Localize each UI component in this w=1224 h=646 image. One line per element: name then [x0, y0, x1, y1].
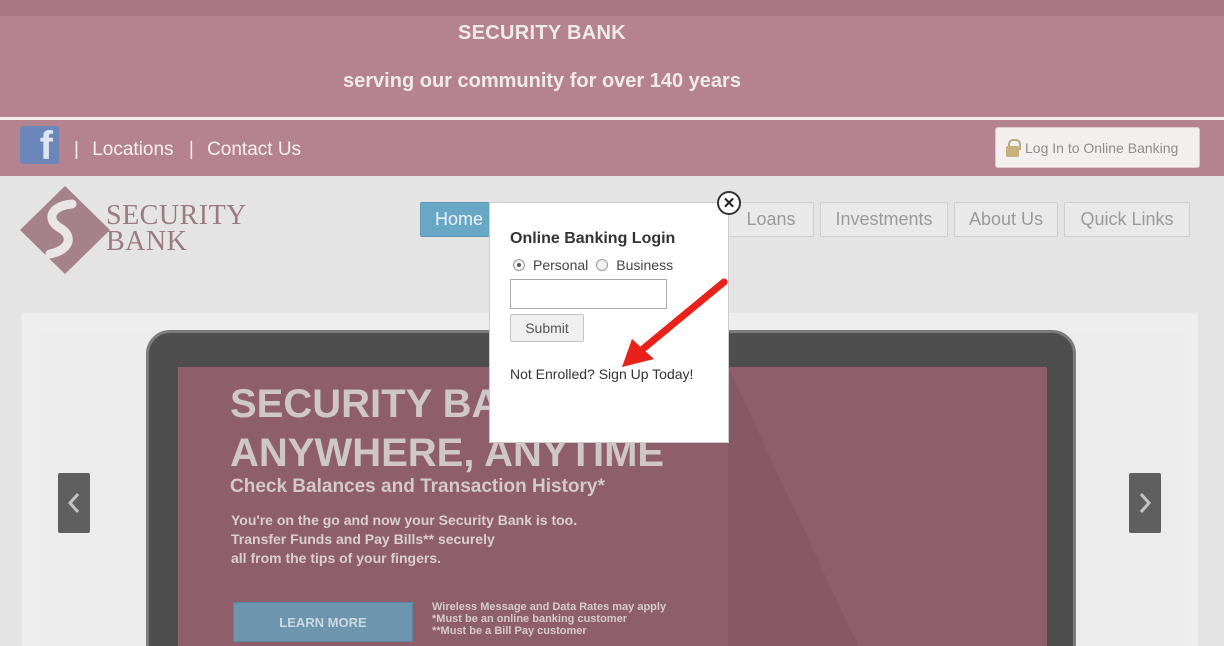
top-banner	[0, 0, 1224, 118]
chevron-left-icon	[67, 493, 80, 513]
lock-icon	[1006, 138, 1021, 157]
utility-separator: |	[74, 139, 79, 160]
annotation-arrow-icon	[622, 278, 728, 367]
hero-subheadline: Check Balances and Transaction History*	[230, 476, 605, 497]
personal-radio[interactable]	[513, 259, 525, 271]
submit-button[interactable]: Submit	[510, 314, 584, 342]
utility-separator: |	[188, 139, 194, 160]
nav-investments[interactable]: Investments	[820, 202, 948, 237]
online-banking-login-button[interactable]: Log In to Online Banking	[995, 127, 1200, 168]
dialog-title: Online Banking Login	[510, 230, 676, 247]
banner-subtitle: serving our community for over 140 years	[343, 70, 741, 92]
account-type-options: Personal Business	[513, 257, 681, 273]
logo-wordmark[interactable]: SECURITY BANK	[106, 202, 247, 257]
logo-line-2: BANK	[106, 226, 188, 257]
locations-link[interactable]: Locations	[92, 139, 173, 160]
utility-links: | Locations | Contact Us	[74, 139, 311, 161]
close-icon[interactable]: ✕	[717, 191, 741, 215]
security-bank-logo-icon[interactable]	[20, 186, 110, 274]
carousel-next-button[interactable]	[1129, 473, 1161, 533]
screen-diagonal	[728, 367, 858, 646]
online-banking-login-label: Log In to Online Banking	[1025, 139, 1179, 156]
top-strip	[0, 0, 1224, 16]
hero-fineprint: Wireless Message and Data Rates may appl…	[432, 601, 667, 637]
business-radio[interactable]	[596, 259, 609, 271]
nav-home[interactable]: Home	[420, 202, 498, 237]
business-radio-label[interactable]: Business	[616, 257, 673, 273]
facebook-icon[interactable]: f	[20, 124, 59, 168]
carousel-prev-button[interactable]	[58, 473, 90, 533]
nav-about-us[interactable]: About Us	[954, 202, 1058, 237]
nav-loans[interactable]: Loans	[728, 202, 814, 237]
nav-quick-links[interactable]: Quick Links	[1064, 202, 1190, 237]
chevron-right-icon	[1139, 493, 1152, 513]
hero-body: You're on the go and now your Security B…	[231, 512, 578, 566]
contact-us-link[interactable]: Contact Us	[207, 139, 301, 160]
facebook-glyph: f	[39, 124, 53, 168]
learn-more-button[interactable]: LEARN MORE	[233, 602, 413, 642]
personal-radio-label[interactable]: Personal	[533, 257, 588, 273]
banner-title: SECURITY BANK	[458, 22, 626, 44]
